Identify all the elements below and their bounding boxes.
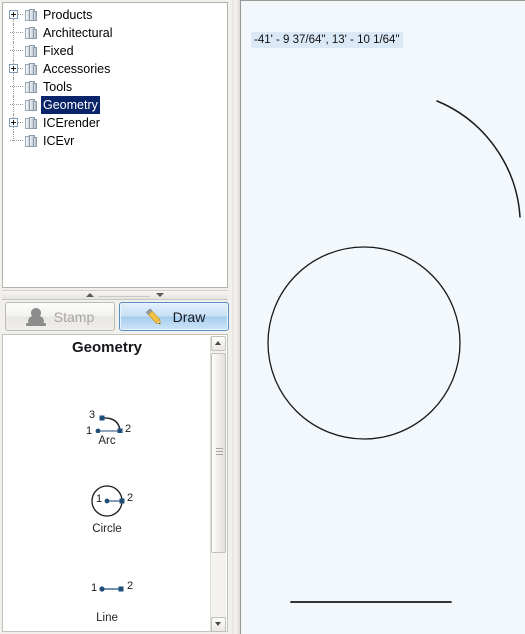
geometry-palette-panel: Geometry 3 1 2 Arc 1 2 Circle 1 2 Line <box>2 334 228 632</box>
tree-item-label: Tools <box>43 80 73 94</box>
arc-point-3-label: 3 <box>89 409 96 421</box>
tree-item-label: Accessories <box>43 62 111 76</box>
splitter-collapse-down-icon[interactable] <box>156 293 164 297</box>
stamp-mode-button[interactable]: Stamp <box>5 302 115 331</box>
chevron-down-icon <box>215 622 221 626</box>
expand-toggle-icon[interactable] <box>9 118 18 127</box>
tree-connector-dash <box>10 86 23 88</box>
circle-point-1-label: 1 <box>96 493 103 505</box>
tree-connector-dash <box>10 104 23 106</box>
line-tool-icon: 1 2 <box>3 564 211 610</box>
tree-item-label: Products <box>43 8 93 22</box>
tree-item-architectural[interactable]: Architectural <box>3 24 227 42</box>
tree-item-label: Fixed <box>43 44 74 58</box>
component-tree-list[interactable]: Products Architectural Fixed Accessories Too… <box>3 3 227 287</box>
expand-toggle-icon[interactable] <box>9 64 18 73</box>
stamp-icon <box>25 307 46 327</box>
splitter-collapse-up-icon[interactable] <box>86 293 94 297</box>
tree-item-icevr[interactable]: ICEvr <box>3 132 227 150</box>
splitter-grip[interactable] <box>98 295 150 297</box>
component-library-icon <box>25 117 38 130</box>
tree-item-label: Geometry <box>41 96 100 114</box>
component-library-icon <box>25 63 38 76</box>
tool-caption-arc: Arc <box>98 435 116 447</box>
palette-scrollbar[interactable] <box>210 336 226 631</box>
tree-item-label: ICEvr <box>43 134 75 148</box>
chevron-up-icon <box>215 341 221 345</box>
tree-connector-dash <box>10 50 23 52</box>
mode-toolbar: Stamp Draw <box>2 302 230 332</box>
canvas-circle <box>267 246 461 440</box>
tree-item-label: Architectural <box>43 26 113 40</box>
pencil-icon <box>143 306 165 328</box>
tree-item-icerender[interactable]: ICErender <box>3 114 227 132</box>
circle-point-2-label: 2 <box>127 492 134 504</box>
tree-item-geometry[interactable]: Geometry <box>3 96 227 114</box>
canvas-geometry-layer <box>267 100 521 603</box>
coordinate-readout: -41' - 9 37/64", 13' - 10 1/64" <box>251 32 403 48</box>
tree-item-label: ICErender <box>43 116 100 130</box>
component-tree-panel[interactable]: Products Architectural Fixed Accessories Too… <box>2 2 228 288</box>
drawing-canvas[interactable]: -41' - 9 37/64", 13' - 10 1/64" <box>240 0 525 634</box>
component-library-icon <box>25 45 38 58</box>
expand-toggle-icon[interactable] <box>9 10 18 19</box>
component-library-icon <box>25 99 38 112</box>
component-library-icon <box>25 9 38 22</box>
tree-item-tools[interactable]: Tools <box>3 78 227 96</box>
left-panel: Products Architectural Fixed Accessories Too… <box>0 0 232 634</box>
scroll-down-button[interactable] <box>211 617 226 631</box>
tree-item-products[interactable]: Products <box>3 6 227 24</box>
line-point-1-label: 1 <box>91 582 98 594</box>
draw-mode-label: Draw <box>172 308 206 325</box>
scrollbar-grip-icon <box>216 448 223 457</box>
tree-item-accessories[interactable]: Accessories <box>3 60 227 78</box>
canvas-arc <box>436 100 521 218</box>
component-library-icon <box>25 135 38 148</box>
tree-item-fixed[interactable]: Fixed <box>3 42 227 60</box>
panel-splitter[interactable] <box>2 290 228 300</box>
tool-caption-circle: Circle <box>92 523 122 535</box>
arc-point-2-label: 2 <box>125 423 132 435</box>
draw-mode-button[interactable]: Draw <box>119 302 229 331</box>
tool-caption-line: Line <box>96 612 118 624</box>
component-library-icon <box>25 27 38 40</box>
tool-item-circle[interactable]: 1 2 Circle <box>3 475 211 535</box>
line-point-2-label: 2 <box>127 580 134 592</box>
tree-connector-dash <box>10 140 23 142</box>
scrollbar-thumb[interactable] <box>211 353 226 553</box>
tree-connector-dash <box>10 32 23 34</box>
palette-title: Geometry <box>71 339 143 356</box>
arc-point-1-label: 1 <box>86 425 93 437</box>
stamp-mode-label: Stamp <box>53 308 95 325</box>
tool-item-line[interactable]: 1 2 Line <box>3 564 211 624</box>
application-window: Products Architectural Fixed Accessories Too… <box>0 0 525 634</box>
component-library-icon <box>25 81 38 94</box>
scroll-up-button[interactable] <box>211 336 226 351</box>
circle-tool-icon: 1 2 <box>3 475 211 521</box>
arc-tool-icon: 3 1 2 <box>3 387 211 437</box>
vertical-divider[interactable] <box>232 0 240 634</box>
tool-item-arc[interactable]: 3 1 2 Arc <box>3 387 211 447</box>
